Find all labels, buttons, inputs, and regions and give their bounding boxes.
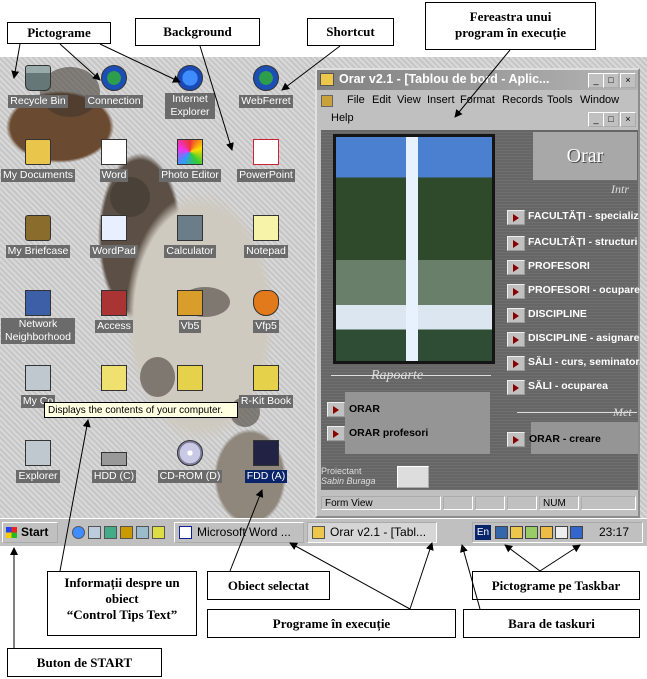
arrow xyxy=(460,544,481,610)
callout-arrows xyxy=(10,43,581,648)
arrow xyxy=(59,43,101,81)
arrow xyxy=(99,43,181,83)
arrow xyxy=(289,542,411,610)
arrow xyxy=(229,489,264,572)
arrow xyxy=(11,43,21,79)
arrow xyxy=(504,544,541,572)
arrow xyxy=(454,49,511,118)
arrow xyxy=(199,45,234,151)
arrow xyxy=(409,542,434,610)
arrow xyxy=(281,45,341,91)
arrow xyxy=(539,544,581,572)
arrow xyxy=(59,419,91,572)
